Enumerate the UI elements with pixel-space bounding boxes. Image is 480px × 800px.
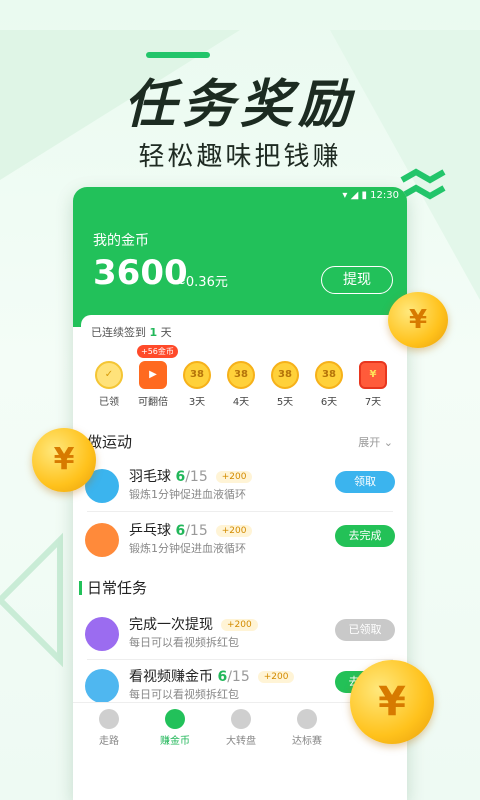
signin-day[interactable]: 38 6天 <box>313 361 345 408</box>
pingpong-icon <box>85 523 119 557</box>
coin-icon <box>165 709 185 729</box>
signin-day[interactable]: ▶ 可翻倍 <box>137 361 169 408</box>
tab-earn-coins[interactable]: 赚金币 <box>145 709 205 747</box>
coin-icon: 38 <box>315 361 343 389</box>
task-desc: 锻炼1分钟促进血液循环 <box>129 542 246 555</box>
reward-badge: +200 <box>215 525 253 537</box>
status-time: 12:30 <box>370 190 399 201</box>
wifi-icon: ▾ <box>342 190 348 201</box>
video-icon <box>85 669 119 703</box>
check-icon: ✓ <box>95 361 123 389</box>
task-desc: 锻炼1分钟促进血液循环 <box>129 488 246 501</box>
shoe-icon <box>99 709 119 729</box>
page-subline: 轻松趣味把钱赚 <box>138 142 342 172</box>
claim-button[interactable]: 领取 <box>335 471 395 493</box>
reward-badge: +200 <box>221 619 258 631</box>
signin-day[interactable]: ¥7天 <box>357 361 389 408</box>
divider <box>87 511 393 512</box>
coin-icon: 38 <box>183 361 211 389</box>
reward-badge: +200 <box>215 471 253 483</box>
signin-card: 已连续签到 1 天 +56金币 ✓ 已领 ▶ 可翻倍 38 3天 38 4天 38 5天 … <box>81 315 399 413</box>
task-desc: 每日可以看视频拆红包 <box>129 688 239 701</box>
task-row: 完成一次提现 +200 每日可以看视频拆红包 已领取 <box>73 611 407 655</box>
my-coins-label: 我的金币 <box>93 233 149 249</box>
task-row: 乒乓球 6/15 +200 锻炼1分钟促进血液循环 去完成 <box>73 517 407 561</box>
coin-icon: 38 <box>271 361 299 389</box>
battery-icon: ▮ <box>361 190 367 201</box>
signin-streak: 已连续签到 1 天 <box>91 326 172 339</box>
status-bar: ▾ ◢ ▮ 12:30 <box>342 190 399 201</box>
page-headline: 任务奖励 <box>123 75 356 135</box>
withdraw-button[interactable]: 提现 <box>321 266 393 294</box>
chevron-down-icon: ⌄ <box>383 436 393 449</box>
signin-day[interactable]: ✓ 已领 <box>93 361 125 408</box>
cash-icon <box>85 617 119 651</box>
task-desc: 每日可以看视频拆红包 <box>129 636 239 649</box>
gold-coin-icon: ¥ <box>32 428 96 492</box>
coin-value: ≈0.36元 <box>175 275 228 290</box>
tab-wheel[interactable]: 大转盘 <box>211 709 271 747</box>
go-complete-button[interactable]: 去完成 <box>335 525 395 547</box>
red-packet-icon: ¥ <box>359 361 387 389</box>
double-reward-badge: +56金币 <box>137 345 178 358</box>
section-marker <box>79 581 82 595</box>
decorative-bar <box>146 52 210 58</box>
coin-icon: 38 <box>227 361 255 389</box>
gold-coin-icon: ¥ <box>350 660 434 744</box>
video-icon: ▶ <box>139 361 167 389</box>
expand-toggle[interactable]: 展开 ⌄ <box>358 434 393 450</box>
task-row: 羽毛球 6/15 +200 锻炼1分钟促进血液循环 领取 <box>73 463 407 507</box>
claimed-button[interactable]: 已领取 <box>335 619 395 641</box>
coin-balance: 3600 <box>93 253 188 293</box>
wheel-icon <box>231 709 251 729</box>
tab-challenge[interactable]: 达标赛 <box>277 709 337 747</box>
wallet-header: ▾ ◢ ▮ 12:30 我的金币 3600 ≈0.36元 提现 <box>73 187 407 327</box>
trophy-icon <box>297 709 317 729</box>
signal-icon: ◢ <box>350 190 359 201</box>
tab-walk[interactable]: 走路 <box>79 709 139 747</box>
signin-day[interactable]: 38 4天 <box>225 361 257 408</box>
gold-coin-icon: ¥ <box>388 292 448 348</box>
divider <box>87 659 393 660</box>
signin-day[interactable]: 38 3天 <box>181 361 213 408</box>
signin-day[interactable]: 38 5天 <box>269 361 301 408</box>
reward-badge: +200 <box>257 671 295 683</box>
daily-title: 日常任务 <box>87 579 148 597</box>
sport-section: 做运动 展开 ⌄ 羽毛球 6/15 +200 锻炼1分钟促进血液循环 领取 乒乓球… <box>73 425 407 565</box>
